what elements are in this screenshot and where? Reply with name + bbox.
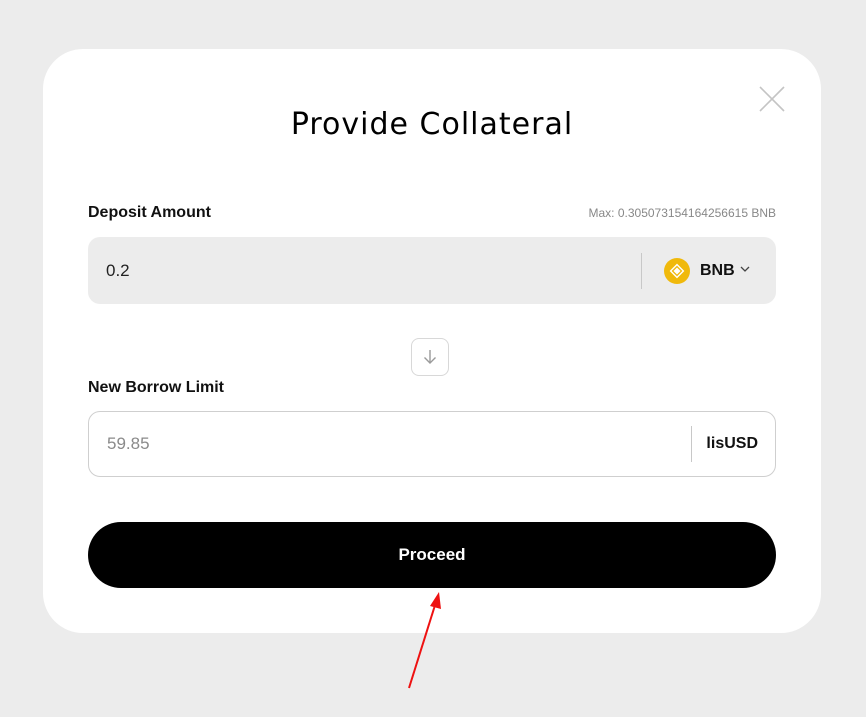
deposit-amount-field: BNB bbox=[88, 237, 776, 304]
chevron-down-icon bbox=[739, 262, 751, 280]
token-selector[interactable]: BNB bbox=[664, 237, 751, 304]
field-divider bbox=[641, 253, 642, 289]
borrow-limit-input bbox=[107, 412, 607, 476]
page-backdrop: Provide Collateral Deposit Amount Max: 0… bbox=[0, 0, 866, 717]
new-borrow-limit-label: New Borrow Limit bbox=[88, 379, 225, 396]
modal-title: Provide Collateral bbox=[290, 107, 574, 142]
unit-label: lisUSD bbox=[706, 435, 758, 452]
token-label: BNB bbox=[700, 261, 735, 279]
direction-indicator bbox=[411, 338, 449, 376]
deposit-amount-label: Deposit Amount bbox=[88, 204, 211, 221]
max-balance-text[interactable]: Max: 0.305073154164256615 BNB bbox=[589, 206, 776, 220]
borrow-limit-field: lisUSD bbox=[88, 411, 776, 477]
deposit-amount-input[interactable] bbox=[106, 237, 606, 304]
bnb-icon bbox=[664, 257, 690, 284]
arrow-down-icon bbox=[424, 350, 436, 364]
proceed-button[interactable]: Proceed bbox=[88, 522, 776, 588]
field-divider bbox=[691, 426, 692, 462]
provide-collateral-modal: Provide Collateral Deposit Amount Max: 0… bbox=[43, 49, 821, 633]
